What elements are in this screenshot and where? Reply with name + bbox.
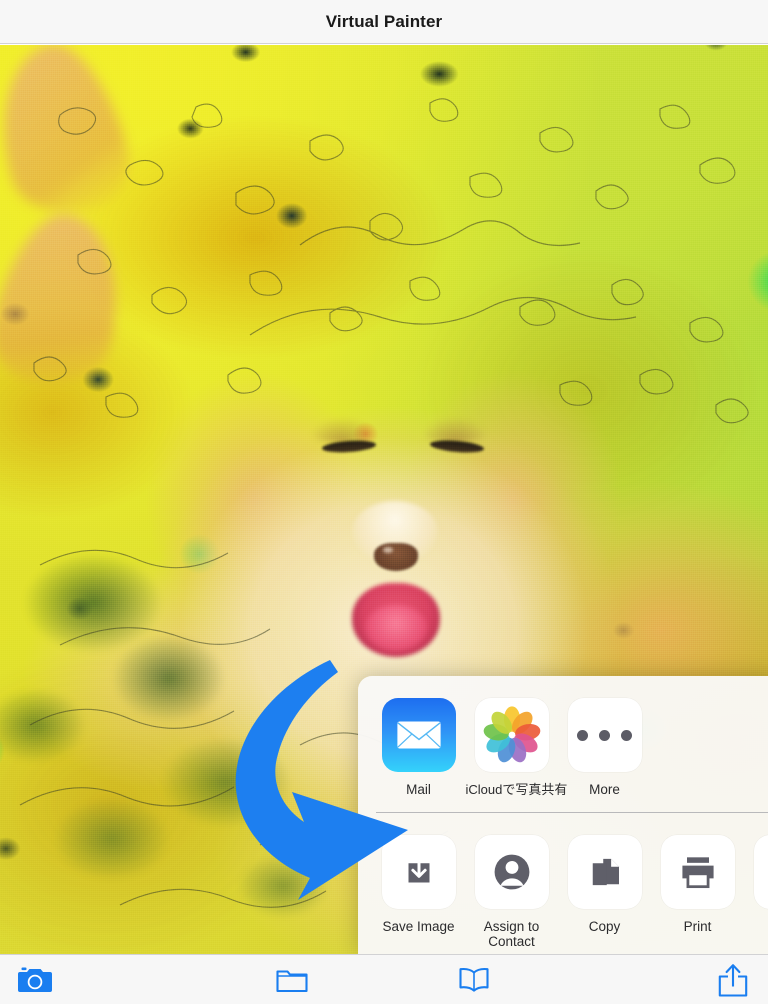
share-target-more[interactable]: More bbox=[558, 698, 651, 797]
book-icon bbox=[459, 967, 489, 992]
share-action-label: Print bbox=[683, 919, 712, 934]
share-sheet-app-row: Mail iCloudで写真共有 More bbox=[358, 676, 768, 812]
copy-icon bbox=[567, 835, 642, 909]
share-sheet[interactable]: Mail iCloudで写真共有 More Save Image Assign … bbox=[358, 676, 768, 954]
assign-contact-icon bbox=[474, 835, 549, 909]
share-action-print[interactable]: Print bbox=[651, 835, 744, 934]
share-sheet-action-row: Save Image Assign to Contact Copy Print bbox=[358, 812, 768, 953]
share-target-label: More bbox=[589, 782, 620, 797]
share-action-assign-to-contact[interactable]: Assign to Contact bbox=[465, 835, 558, 949]
share-target-label: Mail bbox=[406, 782, 431, 797]
share-target-icloud-photo-sharing[interactable]: iCloudで写真共有 bbox=[465, 698, 568, 797]
mail-icon bbox=[381, 698, 456, 772]
share-action-save-image[interactable]: Save Image bbox=[372, 835, 465, 934]
share-icon bbox=[718, 963, 748, 997]
cut-off-action-icon bbox=[753, 835, 768, 909]
share-button[interactable] bbox=[566, 955, 768, 1004]
share-action-label: Save Image bbox=[382, 919, 455, 934]
save-image-icon bbox=[381, 835, 456, 909]
folder-button[interactable] bbox=[201, 955, 384, 1004]
camera-button[interactable] bbox=[0, 955, 201, 1004]
book-button[interactable] bbox=[383, 955, 566, 1004]
share-target-label: iCloudで写真共有 bbox=[465, 782, 568, 797]
print-icon bbox=[660, 835, 735, 909]
folder-icon bbox=[276, 969, 308, 992]
share-action-copy[interactable]: Copy bbox=[558, 835, 651, 934]
app-window: Virtual Painter Mail iCloudで写真共有 More Sa… bbox=[0, 0, 768, 1004]
share-action-label: Assign to Contact bbox=[483, 919, 540, 949]
photos-icon bbox=[474, 698, 549, 772]
more-dots-icon bbox=[567, 698, 642, 772]
bottom-toolbar bbox=[0, 954, 768, 1004]
share-action-cut-off[interactable] bbox=[744, 835, 768, 919]
share-target-mail[interactable]: Mail bbox=[372, 698, 465, 797]
share-action-label: Copy bbox=[588, 919, 621, 934]
title-bar: Virtual Painter bbox=[0, 0, 768, 44]
camera-icon bbox=[18, 967, 52, 992]
page-title: Virtual Painter bbox=[325, 11, 443, 31]
